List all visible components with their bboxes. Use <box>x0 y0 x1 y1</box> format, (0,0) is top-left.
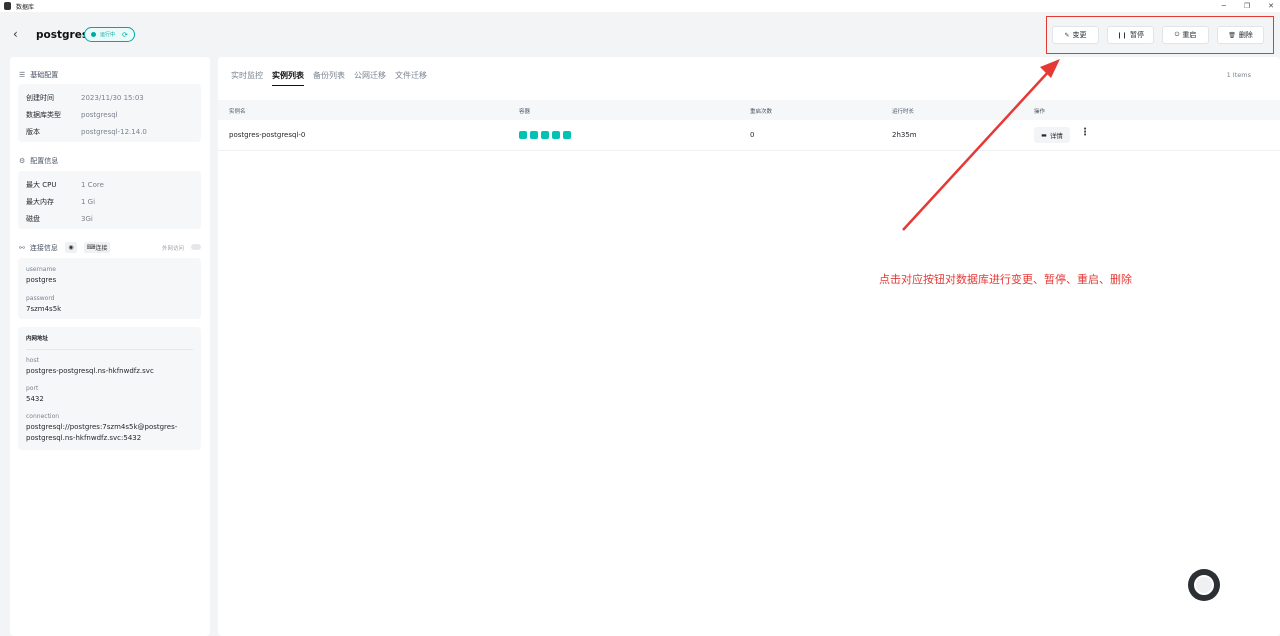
status-badge: 运行中 ⟳ <box>84 27 135 42</box>
restart-button[interactable]: ⏻ 重启 <box>1162 26 1209 44</box>
uptime: 2h35m <box>892 131 917 139</box>
assistant-icon <box>1194 575 1214 595</box>
kv-row: 最大内存 1 Gi <box>26 198 96 206</box>
credentials-card: username postgres password 7szm4s5k <box>18 258 201 319</box>
minimize-icon[interactable]: ─ <box>1222 2 1226 10</box>
trash-icon: 🗑 <box>1228 31 1236 39</box>
show-password-button[interactable]: ◉ <box>65 242 77 253</box>
container-status-icon <box>519 131 527 139</box>
password-label: password <box>26 295 55 302</box>
divider <box>26 349 193 350</box>
config-info-title: ⚙ 配置信息 <box>19 157 59 165</box>
host-value: postgres-postgresql.ns-hkfnwdfz.svc <box>26 367 154 375</box>
main-panel: 实时监控 实例列表 备份列表 公网迁移 文件迁移 1 Items 实例名 容器 … <box>218 57 1280 636</box>
kv-row: 最大 CPU 1 Core <box>26 181 104 189</box>
column-header: 操作 <box>1034 109 1046 115</box>
close-icon[interactable]: ✕ <box>1268 2 1274 10</box>
column-header: 运行时长 <box>892 109 915 115</box>
modify-button[interactable]: ✎ 变更 <box>1052 26 1099 44</box>
kv-row: 版本 postgresql-12.14.0 <box>26 128 147 136</box>
external-access-toggle[interactable] <box>191 244 201 250</box>
host-label: host <box>26 357 39 364</box>
kv-row: 磁盘 3Gi <box>26 215 93 223</box>
connection-info-title: ⚯ 连接信息 <box>19 244 58 252</box>
connection-string-line1: postgresql://postgres:7szm4s5k@postgres- <box>26 423 178 431</box>
table-header: 实例名 容器 重启次数 运行时长 操作 <box>218 100 1280 120</box>
connect-button[interactable]: ⌨ 连接 <box>84 242 110 253</box>
tab-file-migration[interactable]: 文件迁移 <box>395 70 427 86</box>
username-value: postgres <box>26 276 57 284</box>
page-header: ‹ postgres 运行中 ⟳ ✎ 变更 ❙❙ 暂停 ⏻ 重启 🗑 删除 <box>0 12 1280 57</box>
port-label: port <box>26 385 39 392</box>
delete-button[interactable]: 🗑 删除 <box>1217 26 1264 44</box>
column-header: 重启次数 <box>750 109 773 115</box>
column-header: 容器 <box>519 109 531 115</box>
internal-address-card: 内网地址 host postgres-postgresql.ns-hkfnwdf… <box>18 327 201 450</box>
annotation-text: 点击对应按钮对数据库进行变更、暂停、重启、删除 <box>879 273 1132 286</box>
link-icon: ⚯ <box>19 244 25 252</box>
kv-row: 创建时间 2023/11/30 15:03 <box>26 94 144 102</box>
container-status-icon <box>530 131 538 139</box>
container-status-icon <box>563 131 571 139</box>
edit-icon: ✎ <box>1064 31 1070 39</box>
basic-config-title: ☰ 基础配置 <box>19 71 59 79</box>
page-title: postgres <box>36 29 89 41</box>
connection-label: connection <box>26 413 60 420</box>
password-value: 7szm4s5k <box>26 305 62 313</box>
connection-string-line2: postgresql.ns-hkfnwdfz.svc:5432 <box>26 434 142 442</box>
list-icon: ☰ <box>19 71 26 79</box>
more-options-icon[interactable]: ⋮ <box>1080 127 1090 138</box>
kv-row: 数据库类型 postgresql <box>26 111 118 119</box>
port-value: 5432 <box>26 395 44 403</box>
restore-icon[interactable]: ❐ <box>1244 2 1250 10</box>
items-count: 1 Items <box>1226 71 1251 79</box>
table-row[interactable]: postgres-postgresql-0 0 2h35m ▬ 详情 ⋮ <box>218 120 1280 151</box>
internal-address-title: 内网地址 <box>26 336 49 342</box>
eye-icon: ◉ <box>68 244 74 251</box>
username-label: username <box>26 266 56 273</box>
container-status-icon <box>552 131 560 139</box>
status-text: 运行中 <box>100 32 116 38</box>
window-titlebar: 数据库 ─ ❐ ✕ <box>0 0 1280 12</box>
restart-icon: ⏻ <box>1174 31 1180 38</box>
config-info-card: 最大 CPU 1 Core 最大内存 1 Gi 磁盘 3Gi <box>18 171 201 229</box>
instance-name: postgres-postgresql-0 <box>229 131 306 139</box>
tab-backups[interactable]: 备份列表 <box>313 70 345 86</box>
tab-public-migration[interactable]: 公网迁移 <box>354 70 386 86</box>
pause-button[interactable]: ❙❙ 暂停 <box>1107 26 1154 44</box>
tab-bar: 实时监控 实例列表 备份列表 公网迁移 文件迁移 <box>231 70 427 86</box>
container-status-icon <box>541 131 549 139</box>
document-icon: ▬ <box>1041 131 1047 139</box>
container-status-list <box>519 131 571 139</box>
terminal-icon: ⌨ <box>86 244 96 251</box>
back-arrow-icon[interactable]: ‹ <box>13 28 18 40</box>
loading-icon: ⟳ <box>122 30 128 39</box>
basic-config-card: 创建时间 2023/11/30 15:03 数据库类型 postgresql 版本 p… <box>18 84 201 142</box>
action-button-group: ✎ 变更 ❙❙ 暂停 ⏻ 重启 🗑 删除 <box>1046 16 1274 54</box>
tab-monitor[interactable]: 实时监控 <box>231 70 263 86</box>
gear-icon: ⚙ <box>19 157 26 165</box>
tab-instances[interactable]: 实例列表 <box>272 70 304 86</box>
detail-button[interactable]: ▬ 详情 <box>1034 127 1070 143</box>
sidebar: ☰ 基础配置 创建时间 2023/11/30 15:03 数据库类型 postgre… <box>10 57 210 636</box>
restart-count: 0 <box>750 131 755 139</box>
status-dot-icon <box>91 32 96 37</box>
database-icon <box>4 2 11 10</box>
pause-icon: ❙❙ <box>1116 31 1128 39</box>
window-title: 数据库 <box>16 3 35 11</box>
external-access-label: 外网访问 <box>162 246 185 252</box>
floating-assistant-button[interactable] <box>1188 569 1220 601</box>
column-header: 实例名 <box>229 109 246 115</box>
